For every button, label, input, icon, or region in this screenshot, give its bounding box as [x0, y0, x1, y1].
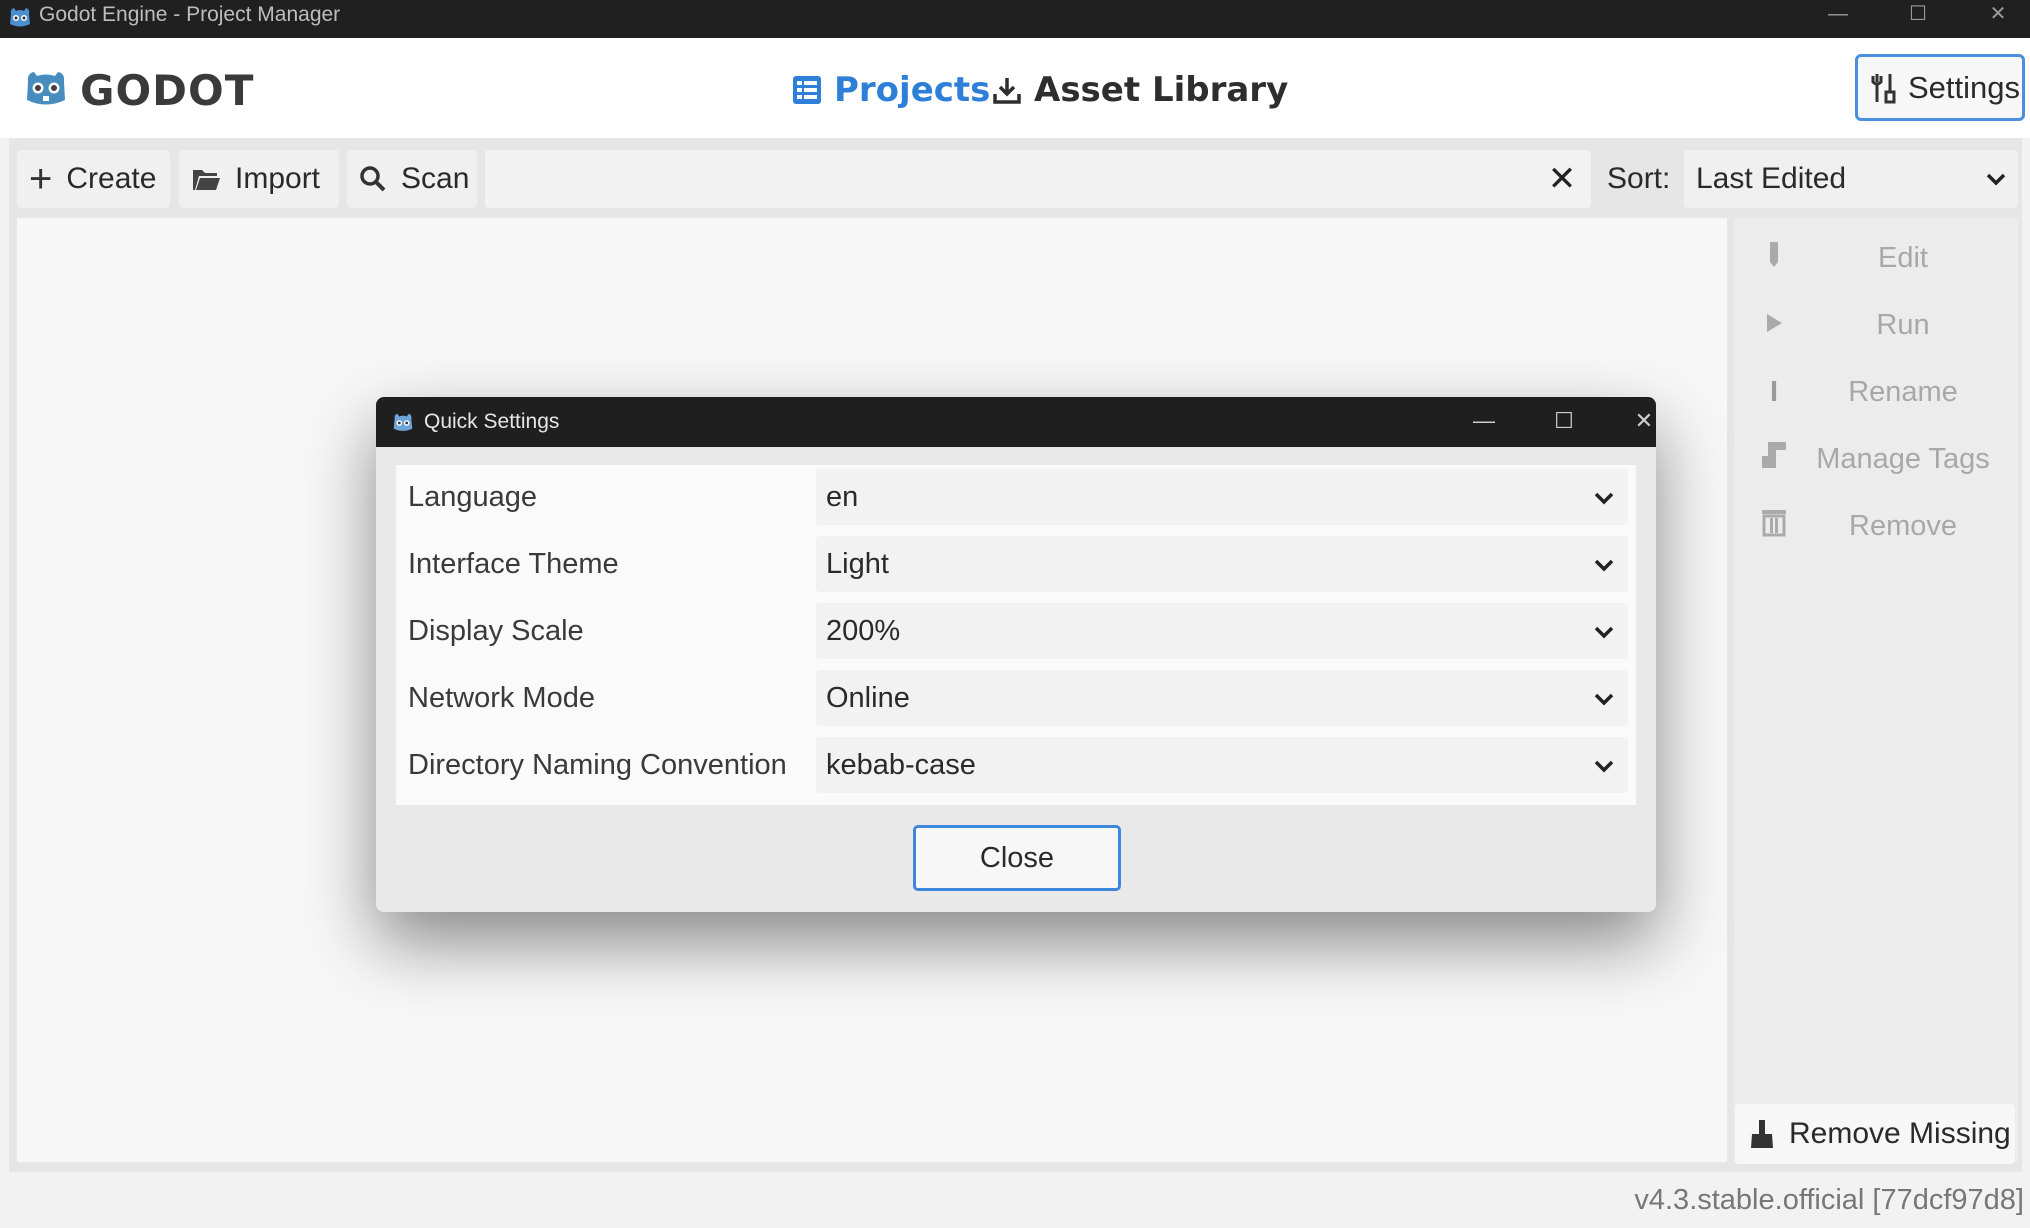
minimize-icon[interactable]: — — [1808, 0, 1868, 30]
godot-logo-icon — [10, 8, 30, 27]
remove-label: Remove — [1849, 509, 1957, 542]
display-scale-value: 200% — [826, 615, 901, 647]
network-mode-value: Online — [826, 682, 910, 714]
sort-value: Last Edited — [1696, 162, 1847, 195]
manage-tags-label: Manage Tags — [1816, 442, 1990, 475]
sort-select[interactable]: Last Edited — [1684, 150, 2018, 208]
chevron-down-icon — [1986, 173, 2006, 186]
sort-label: Sort: — [1607, 162, 1671, 195]
close-button[interactable]: Close — [913, 825, 1121, 891]
play-icon — [1754, 309, 1794, 342]
scan-button[interactable]: Scan — [347, 150, 477, 208]
chevron-down-icon — [1594, 760, 1614, 773]
trash-icon — [1754, 507, 1794, 545]
clear-search-icon[interactable]: ✕ — [1542, 160, 1582, 200]
directory-naming-value: kebab-case — [826, 749, 976, 781]
language-select[interactable]: en — [816, 469, 1628, 525]
folder-icon — [193, 170, 220, 190]
download-icon — [993, 78, 1021, 104]
dialog-titlebar[interactable]: Quick Settings — ☐ ✕ — [376, 397, 1656, 447]
import-button[interactable]: Import — [179, 150, 339, 208]
remove-button[interactable]: Remove — [1740, 496, 2012, 556]
edit-label: Edit — [1878, 241, 1928, 274]
window-title: Godot Engine - Project Manager — [39, 3, 341, 26]
settings-button[interactable]: Settings — [1855, 54, 2025, 121]
tab-projects[interactable]: Projects — [792, 68, 990, 112]
manage-tags-button[interactable]: Manage Tags — [1740, 429, 2012, 489]
text-cursor-icon: I — [1769, 375, 1779, 408]
interface-theme-value: Light — [826, 548, 889, 580]
tab-asset-library[interactable]: Asset Library — [992, 68, 1288, 112]
scan-label: Scan — [401, 162, 470, 195]
logo-text: GODOT — [80, 66, 255, 115]
maximize-icon[interactable]: ☐ — [1888, 0, 1948, 30]
window-titlebar: Godot Engine - Project Manager — ☐ ✕ — [0, 0, 2030, 38]
display-scale-label: Display Scale — [408, 615, 584, 647]
pencil-icon — [1754, 240, 1794, 276]
dialog-title: Quick Settings — [424, 410, 560, 433]
language-label: Language — [408, 481, 538, 513]
remove-missing-button[interactable]: Remove Missing — [1735, 1104, 2015, 1164]
create-button[interactable]: + Create — [17, 150, 170, 208]
godot-logo-icon — [27, 72, 65, 105]
project-filter-input[interactable] — [485, 150, 1591, 208]
interface-theme-select[interactable]: Light — [816, 536, 1628, 592]
run-button[interactable]: Run — [1740, 295, 2012, 355]
rename-button[interactable]: I Rename — [1740, 362, 2012, 422]
minimize-icon[interactable]: — — [1454, 397, 1514, 447]
search-icon — [360, 166, 386, 192]
tab-projects-label: Projects — [834, 70, 991, 110]
chevron-down-icon — [1594, 559, 1614, 572]
broom-icon — [1751, 1120, 1773, 1148]
display-scale-select[interactable]: 200% — [816, 603, 1628, 659]
plus-icon: + — [29, 157, 53, 201]
directory-naming-select[interactable]: kebab-case — [816, 737, 1628, 793]
header-bar: GODOT Projects Asset Library Settings — [0, 38, 2030, 138]
close-icon[interactable]: ✕ — [1614, 397, 1656, 447]
network-mode-label: Network Mode — [408, 682, 595, 714]
chevron-down-icon — [1594, 492, 1614, 505]
close-icon[interactable]: ✕ — [1968, 0, 2028, 30]
rename-label: Rename — [1848, 375, 1958, 408]
tag-icon — [1754, 440, 1794, 478]
project-actions-panel — [1734, 218, 2018, 1162]
remove-missing-label: Remove Missing — [1789, 1117, 2011, 1150]
tab-asset-library-label: Asset Library — [1034, 70, 1289, 110]
chevron-down-icon — [1594, 693, 1614, 706]
network-mode-select[interactable]: Online — [816, 670, 1628, 726]
godot-logo-icon — [393, 413, 413, 431]
tools-icon — [1871, 73, 1896, 103]
create-label: Create — [66, 162, 157, 195]
maximize-icon[interactable]: ☐ — [1534, 397, 1594, 447]
settings-form: Language en Interface Theme Light Displa… — [396, 465, 1636, 805]
quick-settings-dialog: Quick Settings — ☐ ✕ Language en Interfa… — [376, 397, 1656, 912]
interface-theme-label: Interface Theme — [408, 548, 619, 580]
version-label: v4.3.stable.official [77dcf97d8] — [1634, 1184, 2024, 1216]
import-label: Import — [235, 162, 321, 195]
project-list-icon — [793, 76, 821, 104]
directory-naming-label: Directory Naming Convention — [408, 749, 787, 781]
settings-label: Settings — [1908, 69, 2021, 105]
language-value: en — [826, 481, 859, 513]
run-label: Run — [1876, 308, 1930, 341]
edit-button[interactable]: Edit — [1740, 228, 2012, 288]
chevron-down-icon — [1594, 626, 1614, 639]
